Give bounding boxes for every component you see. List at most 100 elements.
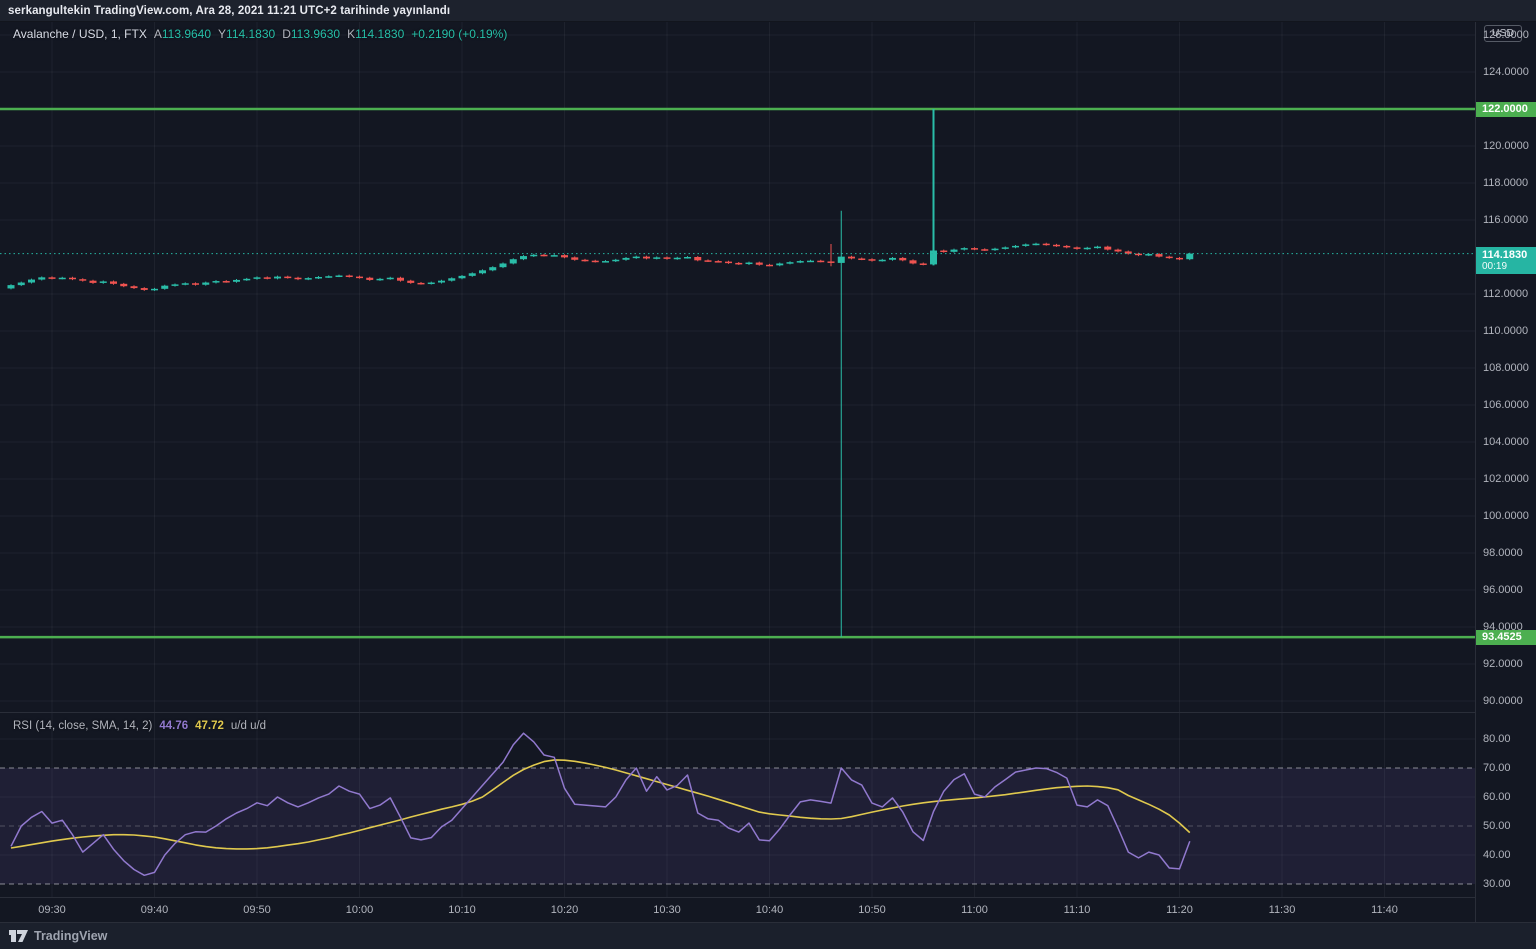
candle-body [582,260,589,262]
candle-body [756,263,763,265]
candle-body [766,265,773,267]
candle-body [438,281,445,283]
candle-body [428,283,435,285]
price-tick-label: 98.0000 [1483,547,1523,559]
candle-body [1156,254,1163,257]
candle-body [828,261,835,263]
candle-body [305,278,312,280]
low-label: D [282,27,291,41]
candle-body [838,257,845,263]
candle-body [807,261,814,263]
price-tick-label: 112.0000 [1483,288,1528,300]
candle-body [971,248,978,250]
candle-body [79,279,86,281]
candle-body [674,258,681,260]
candle-body [407,281,414,283]
tradingview-logo[interactable] [9,929,28,943]
candle-body [643,257,650,259]
bar-countdown: 00:19 [1482,261,1536,272]
candle-body [1002,247,1009,249]
candle-body [346,276,353,278]
candlestick-chart[interactable] [0,22,1475,712]
candle-body [981,249,988,251]
candle-body [131,286,138,288]
candle-body [817,261,824,263]
time-tick-label: 10:30 [647,904,687,916]
time-tick-label: 11:40 [1365,904,1405,916]
candle-body [295,278,302,280]
candle-body [274,277,281,279]
time-tick-label: 10:00 [340,904,380,916]
candle-body [1115,250,1122,252]
time-tick-label: 10:20 [545,904,585,916]
publication-text: serkangultekin TradingView.com, Ara 28, … [8,5,450,17]
price-tick-label: 108.0000 [1483,362,1529,374]
time-axis[interactable]: 09:3009:4009:5010:0010:1010:2010:3010:40… [0,897,1475,922]
candle-body [1063,246,1070,248]
time-tick-label: 11:00 [955,904,995,916]
candle-body [28,280,35,283]
candle-body [202,283,209,285]
candle-body [889,258,896,260]
price-tick-label: 106.0000 [1483,399,1529,411]
candle-body [141,288,148,290]
candle-body [694,257,701,260]
candle-body [469,273,476,276]
candle-body [992,249,999,251]
rsi-title[interactable]: RSI (14, close, SMA, 14, 2) [13,720,152,732]
candle-body [797,261,804,263]
candle-body [1104,247,1111,250]
candle-body [336,276,343,278]
candle-body [459,276,466,278]
rsi-indicator-pane[interactable] [0,712,1475,897]
candle-body [284,277,291,279]
candle-body [192,283,199,285]
candle-body [612,260,619,262]
candle-body [1012,246,1019,248]
candle-body [1033,244,1040,246]
price-tick-label: 96.0000 [1483,584,1523,596]
candle-body [100,281,107,283]
candle-body [1043,244,1050,246]
candle-body [325,276,332,278]
candle-body [858,258,865,260]
candle-body [479,270,486,273]
candle-body [213,281,220,283]
candle-body [254,277,261,279]
candle-body [387,278,394,280]
price-tick-label: 118.0000 [1483,177,1528,189]
candle-body [18,283,25,286]
candle-body [571,257,578,259]
candle-body [366,278,373,280]
candle-body [161,286,168,289]
candle-body [848,257,855,259]
price-tick-label: 126.0000 [1483,29,1529,41]
candle-body [8,285,15,288]
candle-body [90,281,97,283]
candle-body [59,278,66,280]
rsi-tick-label: 70.00 [1483,762,1511,774]
candle-body [489,267,496,270]
candle-body [910,260,917,263]
candle-body [418,283,425,285]
candle-body [1186,254,1193,260]
time-tick-label: 11:20 [1160,904,1200,916]
time-tick-label: 09:30 [32,904,72,916]
candle-body [243,279,250,281]
rsi-chart[interactable] [0,713,1475,897]
candle-body [1145,254,1152,256]
candle-body [151,289,158,291]
candle-body [746,263,753,265]
close-value: 114.1830 [355,27,404,41]
time-tick-label: 10:50 [852,904,892,916]
candle-body [940,251,947,253]
time-tick-label: 09:40 [135,904,175,916]
price-axis[interactable]: USD 122.0000 93.4525 114.1830 00:19 126.… [1475,22,1536,922]
symbol-title[interactable]: Avalanche / USD, 1, FTX [13,27,147,41]
candle-body [1022,244,1029,246]
candle-body [951,250,958,252]
main-chart-pane[interactable] [0,22,1475,712]
candle-body [510,259,517,263]
candle-body [920,263,927,265]
candle-body [776,263,783,265]
